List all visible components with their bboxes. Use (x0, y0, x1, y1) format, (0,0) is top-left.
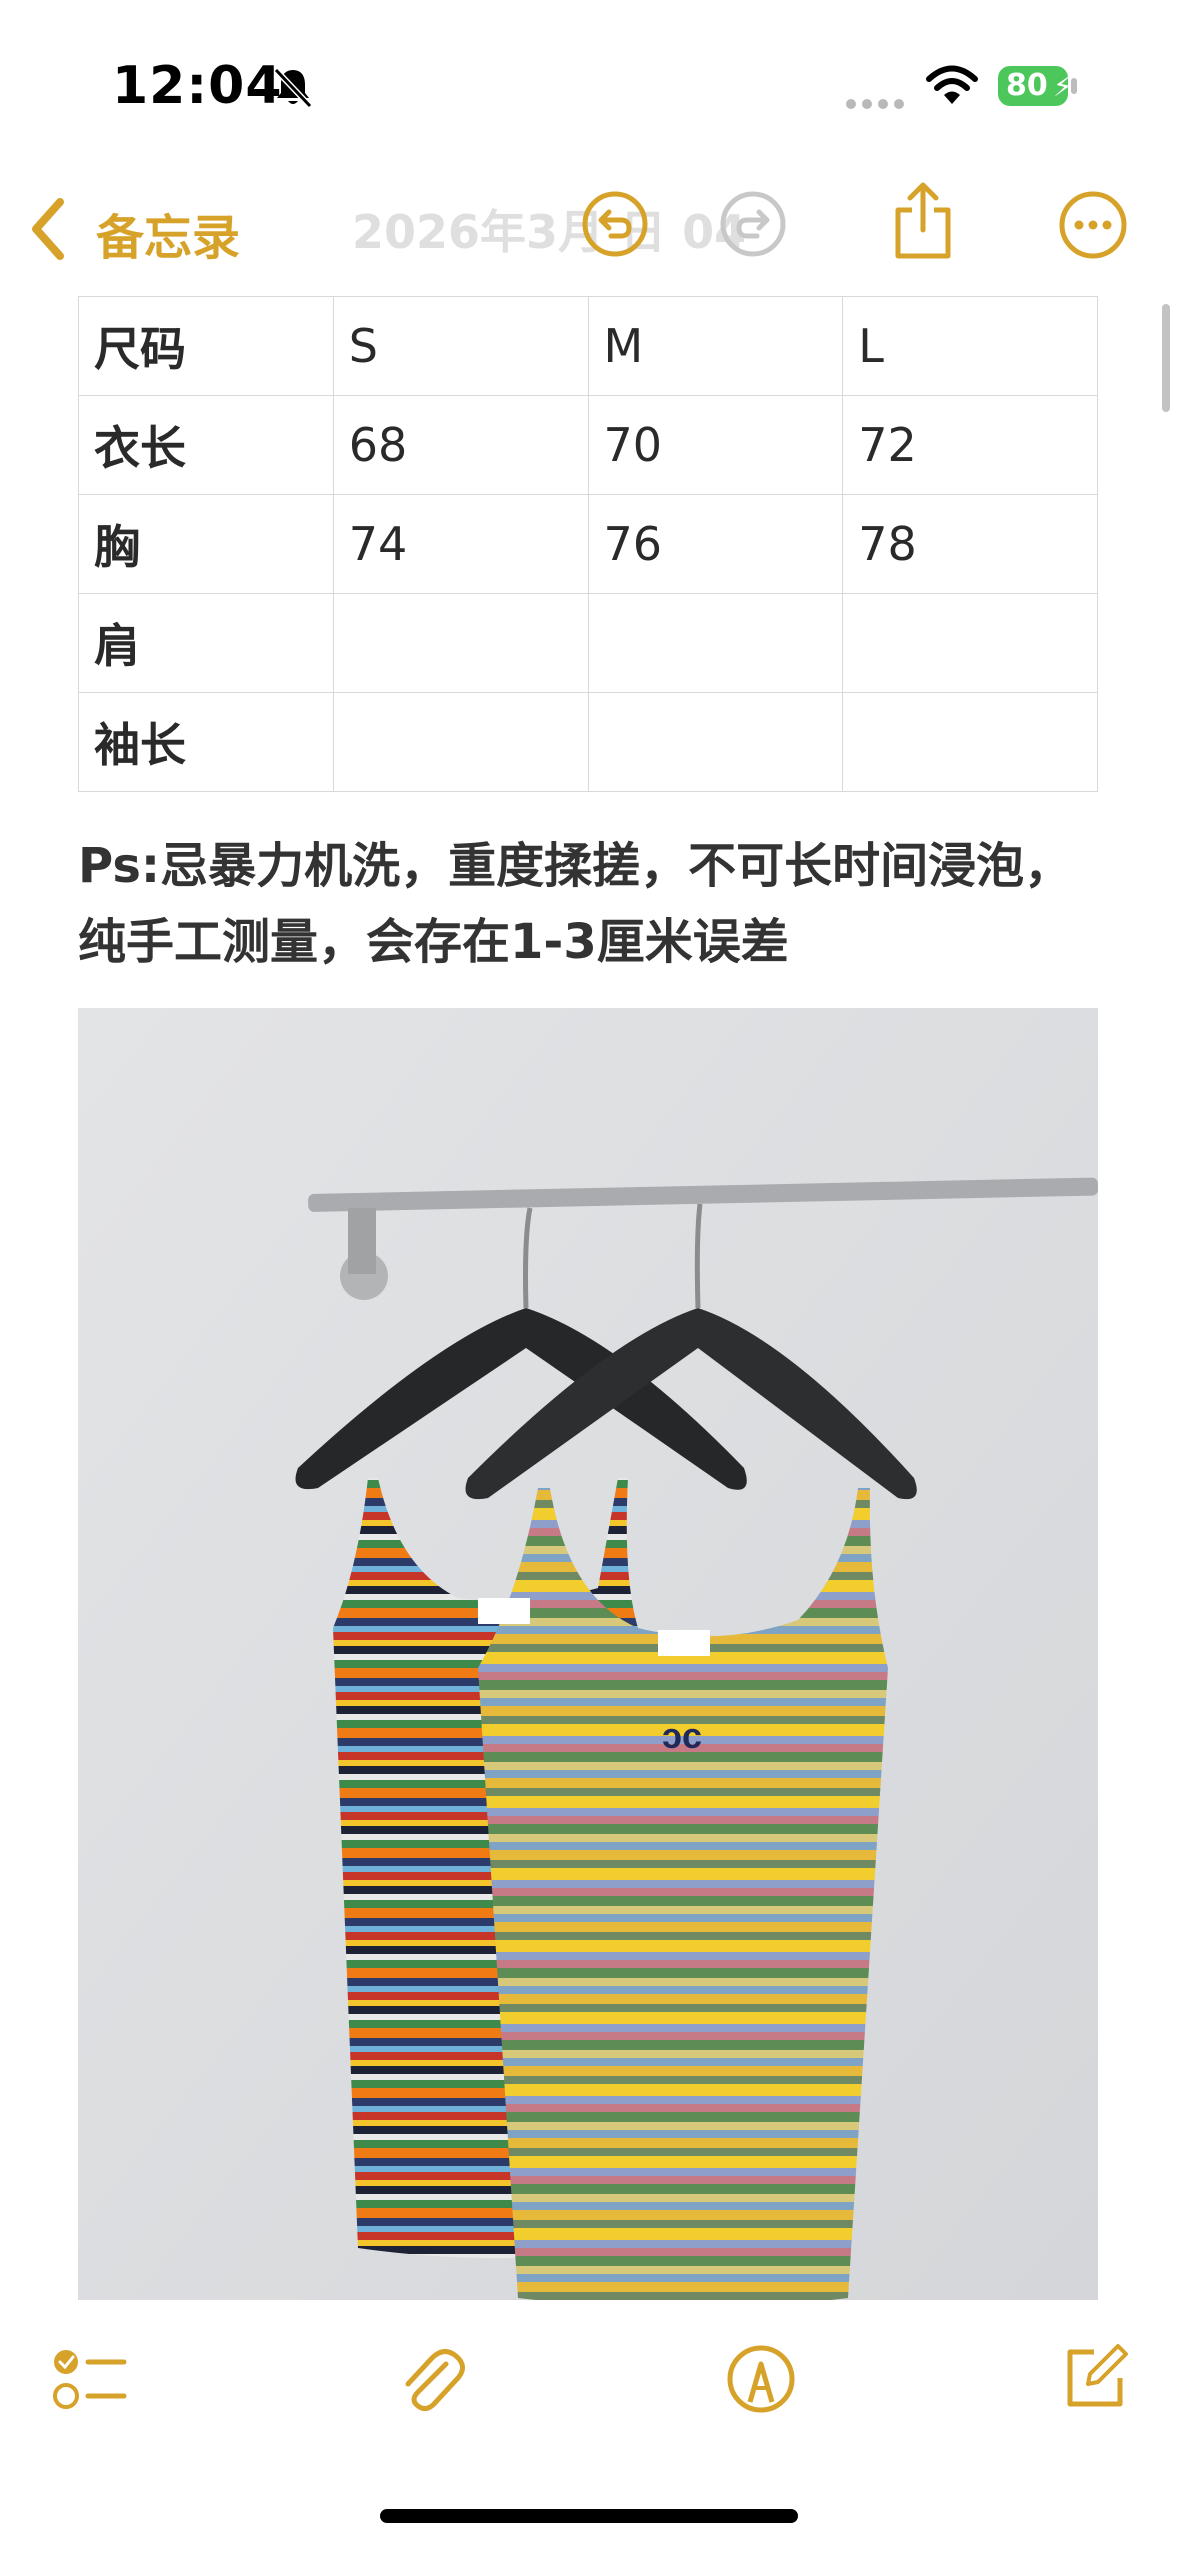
wifi-icon (926, 65, 978, 104)
note-text[interactable]: Ps:忌暴力机洗，重度揉搓，不可长时间浸泡， 纯手工测量，会存在1-3厘米误差 (78, 828, 1118, 980)
chevron-left-icon[interactable] (24, 194, 70, 264)
checklist-icon[interactable] (52, 2346, 128, 2412)
status-bar: 12:04 80 ⚡ (0, 0, 1179, 170)
table-cell[interactable]: 72 (842, 395, 1098, 495)
note-line: 纯手工测量，会存在1-3厘米误差 (78, 914, 789, 970)
table-cell[interactable]: 衣长 (78, 395, 334, 495)
redo-icon[interactable] (719, 190, 787, 258)
table-cell[interactable]: S (332, 296, 589, 396)
back-button-label[interactable]: 备忘录 (96, 198, 240, 268)
table-cell[interactable] (332, 593, 589, 693)
table-cell[interactable]: 袖长 (78, 692, 334, 792)
table-cell[interactable] (842, 593, 1098, 693)
photo-illustration: ↄc (78, 1008, 1098, 2300)
undo-icon[interactable] (581, 190, 649, 258)
home-indicator[interactable] (380, 2509, 798, 2523)
product-photo[interactable]: ↄc (78, 1008, 1098, 2300)
table-row: 袖长 (78, 692, 1098, 792)
table-row: 尺码 S M L (78, 296, 1098, 396)
charging-bolt-icon: ⚡ (1053, 70, 1073, 103)
table-cell[interactable] (587, 593, 844, 693)
table-cell[interactable]: 68 (332, 395, 589, 495)
more-icon[interactable] (1058, 190, 1128, 260)
table-cell[interactable] (587, 692, 844, 792)
table-cell[interactable]: 胸 (78, 494, 334, 594)
table-cell[interactable]: 尺码 (78, 296, 334, 396)
table-cell[interactable]: L (842, 296, 1098, 396)
bell-slash-icon (273, 67, 313, 109)
signal-dots-icon (846, 94, 910, 113)
size-table: 尺码 S M L 衣长 68 70 72 胸 74 76 78 肩 袖长 (78, 296, 1098, 792)
table-cell[interactable]: M (587, 296, 844, 396)
table-row: 肩 (78, 593, 1098, 693)
table-cell[interactable]: 78 (842, 494, 1098, 594)
scroll-indicator[interactable] (1162, 304, 1170, 412)
table-row: 衣长 68 70 72 (78, 395, 1098, 495)
compose-icon[interactable] (1060, 2342, 1130, 2412)
status-time: 12:04 (112, 56, 283, 116)
svg-text:ↄc: ↄc (662, 1715, 702, 1756)
paperclip-icon[interactable] (396, 2344, 466, 2414)
table-cell[interactable] (842, 692, 1098, 792)
table-cell[interactable]: 76 (587, 494, 844, 594)
share-icon[interactable] (890, 180, 956, 260)
faded-note-date: 2026年3月 日 04 (352, 205, 747, 259)
table-cell[interactable]: 肩 (78, 593, 334, 693)
battery-nub (1071, 78, 1077, 94)
note-line: Ps:忌暴力机洗，重度揉搓，不可长时间浸泡， (78, 838, 1073, 894)
markup-pen-icon[interactable] (726, 2344, 796, 2414)
table-row: 胸 74 76 78 (78, 494, 1098, 594)
table-cell[interactable]: 74 (332, 494, 589, 594)
table-cell[interactable] (332, 692, 589, 792)
table-cell[interactable]: 70 (587, 395, 844, 495)
